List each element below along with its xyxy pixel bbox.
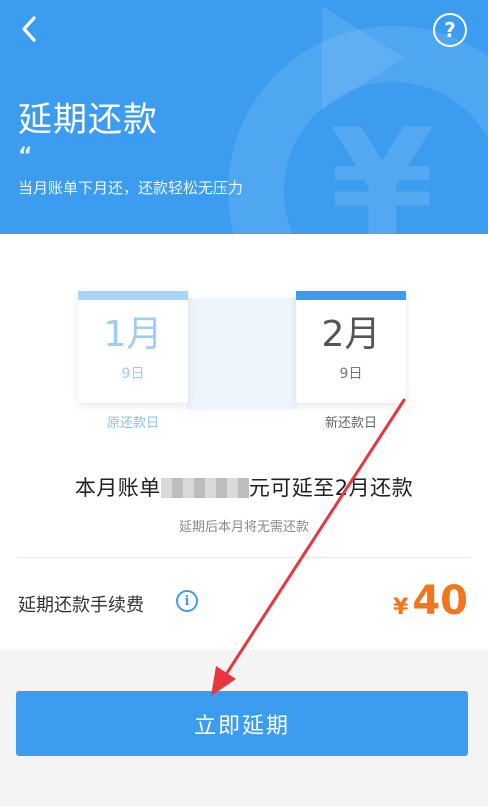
question-circle-icon: ? (444, 18, 456, 42)
new-day: 9日 (339, 366, 363, 382)
calendar-header-bar (78, 291, 188, 300)
new-due-date-label: 新还款日 (324, 416, 377, 431)
calendar-header-bar (296, 291, 406, 300)
extension-note: 延期后本月将无需还款 (178, 520, 309, 535)
original-due-date-calendar: 1月 9日 (78, 291, 188, 403)
extension-card: 1月 9日 2月 9日 原还款日 新还款日 本月账单 元可延至2月还款 延期后本月… (0, 234, 488, 650)
header-decoration-arrow (322, 6, 404, 110)
info-circle-icon[interactable]: i (176, 590, 198, 612)
original-month: 1月 (103, 314, 163, 355)
new-month: 2月 (321, 314, 381, 355)
page-title: 延期还款 (18, 100, 158, 140)
back-button[interactable] (12, 12, 46, 46)
quote-mark: “ (18, 144, 33, 169)
extend-now-button[interactable]: 立即延期 (16, 691, 468, 756)
currency-symbol: ¥ (393, 595, 409, 620)
new-due-date-calendar: 2月 9日 (296, 291, 406, 403)
chevron-left-icon (22, 16, 36, 42)
headline-prefix: 本月账单 (74, 476, 161, 500)
bill-extension-headline: 本月账单 元可延至2月还款 (0, 472, 488, 502)
header-decoration-yen: ¥ (330, 98, 435, 234)
divider (17, 557, 471, 558)
page-subtitle: 当月账单下月还，还款轻松无压力 (18, 179, 244, 197)
original-due-date-label: 原还款日 (106, 416, 159, 431)
headline-suffix: 元可延至2月还款 (248, 476, 414, 500)
calendar-connector (186, 298, 298, 410)
fee-label: 延期还款手续费 (18, 595, 144, 616)
info-symbol: i (184, 593, 190, 609)
help-button[interactable]: ? (433, 13, 467, 47)
fee-value: 40 (412, 578, 468, 624)
redacted-amount (160, 478, 249, 498)
original-day: 9日 (121, 366, 145, 382)
fee-amount: ¥ 40 (393, 578, 468, 624)
header: ¥ ? 延期还款 “ 当月账单下月还，还款轻松无压力 (0, 0, 488, 234)
